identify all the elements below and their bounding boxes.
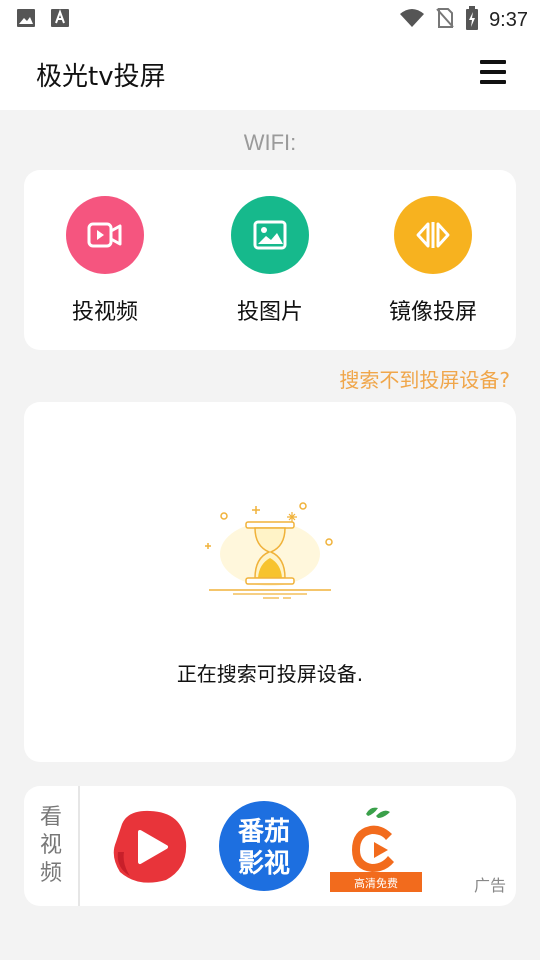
fanqie-app-text-line1: 番茄 bbox=[238, 817, 290, 847]
cast-video-button[interactable]: 投视频 bbox=[35, 196, 175, 326]
no-sim-icon bbox=[435, 7, 455, 33]
app-bar: 极光tv投屏 bbox=[0, 36, 540, 110]
battery-charging-icon bbox=[465, 6, 479, 34]
fanqie-app-icon[interactable]: 番茄 影视 bbox=[218, 800, 310, 896]
cast-image-label: 投图片 bbox=[236, 300, 303, 325]
app-title: 极光tv投屏 bbox=[36, 62, 166, 92]
orange-app-icon[interactable]: 高清免费 bbox=[330, 804, 422, 898]
ad-banner: 看视频 番茄 影视 高清免费 广告 bbox=[24, 786, 516, 906]
video-icon bbox=[66, 196, 144, 274]
mirror-icon bbox=[394, 196, 472, 274]
ad-tag: 广告 bbox=[473, 876, 506, 895]
image-icon bbox=[16, 8, 36, 32]
orange-app-caption: 高清免费 bbox=[354, 876, 398, 890]
device-search-card: 正在搜索可投屏设备. bbox=[24, 402, 516, 762]
fanqie-app-text-line2: 影视 bbox=[238, 849, 290, 879]
play-app-icon[interactable] bbox=[108, 806, 190, 892]
cannot-find-device-link[interactable]: 搜索不到投屏设备? bbox=[339, 364, 510, 393]
ad-side-label: 看视频 bbox=[40, 805, 63, 886]
hamburger-menu-icon[interactable] bbox=[480, 58, 508, 86]
screen-mirror-label: 镜像投屏 bbox=[388, 300, 477, 325]
screen-mirror-button[interactable]: 镜像投屏 bbox=[363, 196, 503, 326]
status-bar: 9:37 bbox=[0, 0, 540, 36]
cast-image-button[interactable]: 投图片 bbox=[200, 196, 340, 326]
status-time: 9:37 bbox=[489, 8, 528, 31]
hourglass-icon bbox=[199, 494, 341, 608]
wifi-label: WIFI: bbox=[243, 130, 297, 155]
wifi-icon bbox=[399, 8, 425, 32]
text-a-icon bbox=[50, 8, 70, 32]
ad-side-panel: 看视频 bbox=[24, 786, 80, 906]
search-status-text: 正在搜索可投屏设备. bbox=[176, 662, 364, 686]
cast-actions-card: 投视频 投图片 镜像投屏 bbox=[24, 170, 516, 350]
cast-video-label: 投视频 bbox=[71, 300, 138, 325]
image-icon bbox=[231, 196, 309, 274]
